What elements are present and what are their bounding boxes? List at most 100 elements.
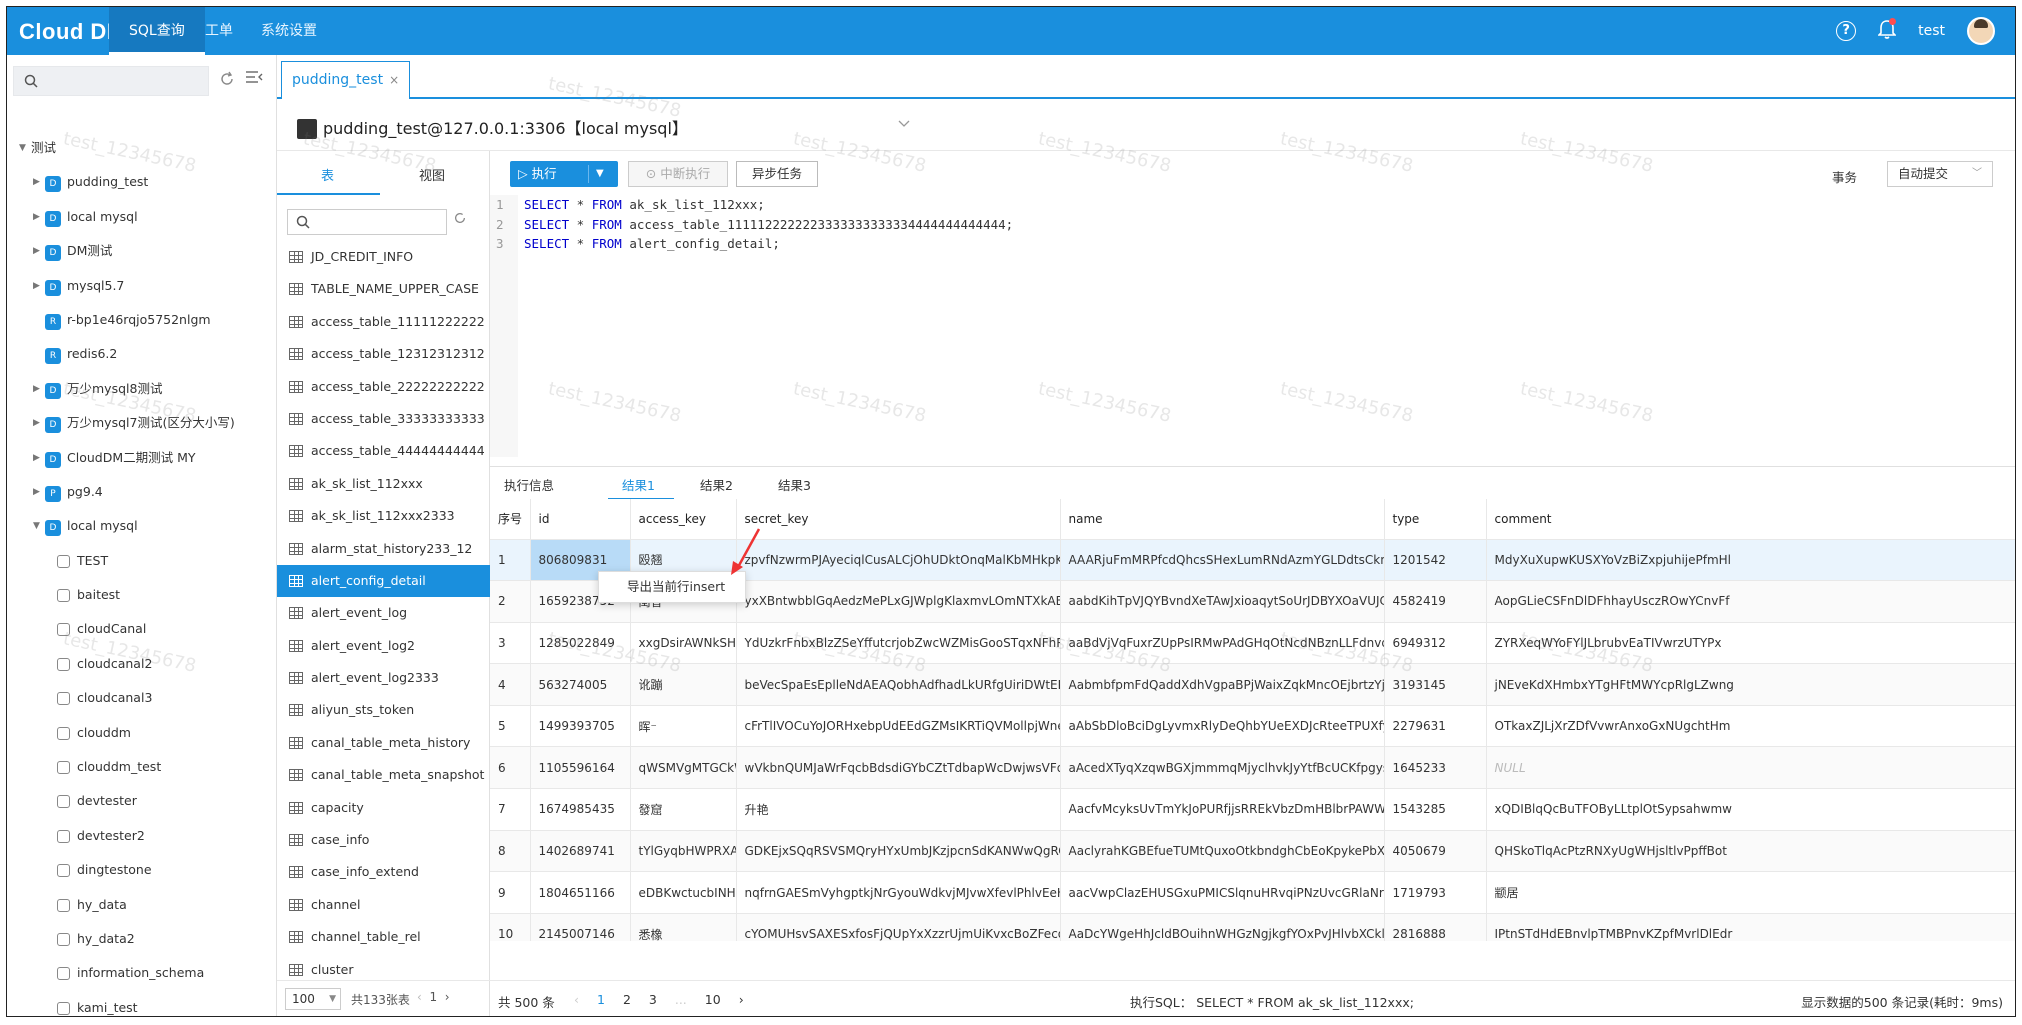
tree-connection[interactable]: Rr-bp1e46rqjo5752nlgm [7,303,277,337]
collapse-menu-icon[interactable] [245,69,263,89]
page-number[interactable]: 1 [597,992,605,1007]
table-row[interactable]: 4 563274005 讹蹦 beVecSpaEsEplleNdAEAQobhAdfh… [490,663,2015,706]
tree-schema[interactable]: dingtestone [7,853,277,887]
table-cell[interactable]: 4050679 [1384,830,1487,873]
table-cell[interactable]: cFrTlIVOCuYoJORHxebpUdEEdGZMsIKRTiQVMoll… [736,705,1061,748]
column-header[interactable]: secret_key [736,499,1061,540]
stop-button[interactable]: ⊙ 中断执行 [628,161,728,187]
tree-schema[interactable]: baitest [7,578,277,612]
table-cell[interactable]: 1645233 [1384,746,1487,790]
table-cell[interactable]: aAcedXTyqXzqwBGXjmmmqMjyclhvkJyYtfBcUCKf… [1060,746,1385,790]
avatar[interactable] [1967,17,1995,45]
table-list-item[interactable]: canal_table_meta_snapshot [277,759,490,791]
table-cell[interactable]: 颛居 [1486,871,2015,914]
table-cell[interactable]: beVecSpaEsEplleNdAEAQobhAdfhadLkURfgUiri… [736,663,1061,706]
page-number[interactable]: 2 [623,992,631,1007]
table-cell[interactable]: eDBKwctucbINHKcl [630,871,737,914]
table-cell[interactable]: qWSMVgMTGCkWS [630,746,737,790]
table-cell[interactable]: zpvfNzwrmPJAyeciqlCusALCjOhUDktOnqMalKbM… [736,539,1061,582]
caret-right-icon[interactable]: ▶ [33,475,40,509]
page-number[interactable]: 3 [649,992,657,1007]
tree-connection[interactable]: Rredis6.2 [7,337,277,371]
table-cell[interactable]: GDKEjxSQqRSVSMQryHYxUmbJKzjpcnSdKANWwQgR… [736,830,1061,873]
table-cell[interactable]: nqfrnGAESmVyhgptkjNrGyouWdkvjMJvwXfevlPh… [736,871,1061,914]
table-row[interactable]: 31285022849xxgDsirAWNkSHQkYdUzkrFnbxBlzZ… [490,622,2015,665]
table-cell[interactable]: 6 [490,746,531,790]
chevron-down-icon[interactable]: ▼ [596,161,604,187]
table-cell[interactable]: 4582419 [1384,580,1487,623]
table-list-item[interactable]: access_table_33333333333 [277,403,490,435]
table-list-item[interactable]: access_table_11111222222 [277,306,490,338]
table-cell[interactable]: 悉橡 [630,913,737,941]
close-icon[interactable]: × [389,73,399,87]
table-list-item[interactable]: ak_sk_list_112xxx2333 [277,500,490,532]
table-cell[interactable]: jNEveKdXHmbxYTgHFtMWYcpRlgLZwng [1486,663,2015,706]
table-cell[interactable]: 1105596164 [530,746,631,790]
column-header[interactable]: name [1060,499,1385,540]
chevron-left-icon[interactable]: ‹ [574,992,579,1007]
table-cell[interactable]: YdUzkrFnbxBlzZSeYffutcrjobZwcWZMisGooSTq… [736,622,1061,665]
table-list-item[interactable]: TABLE_NAME_UPPER_CASE [277,273,490,305]
caret-right-icon[interactable]: ▶ [33,406,40,440]
tab-exec-info[interactable]: 执行信息 [504,475,554,494]
page-number[interactable]: ... [675,992,687,1007]
table-cell[interactable]: AacfvMcyksUvTmYkJoPURfjjsRREkVbzDmHBlbrP… [1060,788,1385,831]
tree-schema[interactable]: clouddm [7,716,277,750]
table-list-item[interactable]: alert_event_log2333 [277,662,490,694]
table-row[interactable]: 10 2145007146 悉橡 cYOMUHsvSAXESxfosFjQUpYxXz… [490,913,2015,941]
table-cell[interactable]: 2279631 [1384,705,1487,748]
tab-result-3[interactable]: 结果3 [778,475,811,494]
table-cell[interactable]: tYlGyqbHWPRXAvC [630,830,737,873]
tree-schema[interactable]: hy_data [7,888,277,922]
tree-connection[interactable]: ▶ D 万少mysql8测试 [7,372,277,406]
tab-views[interactable]: 视图 [419,165,445,184]
table-cell[interactable]: 563274005 [530,663,631,706]
table-list-item[interactable]: access_table_22222222222 [277,371,490,403]
caret-right-icon[interactable]: ▶ [33,441,40,475]
table-cell[interactable]: 7 [490,788,531,831]
tree-schema[interactable]: cloudcanal3 [7,681,277,715]
table-cell[interactable]: aacVwpClazEHUSGxuPMICSlqnuHRvqiPNzUvcGRl… [1060,871,1385,914]
table-cell[interactable]: cYOMUHsvSAXESxfosFjQUpYxXzzrUjmUiKvxcBoZ… [736,913,1061,941]
caret-down-icon[interactable]: ▼ [19,131,26,165]
caret-right-icon[interactable]: ▶ [33,165,40,199]
table-cell[interactable]: 10 [490,913,531,941]
table-cell[interactable]: 6949312 [1384,622,1487,665]
tree-schema[interactable]: kami_test [7,991,277,1016]
tree-connection[interactable]: ▶ Ppg9.4 [7,475,277,509]
table-cell[interactable]: aaBdVjVqFuxrZUpPsIRMwPAdGHqOtNcdNBznLLFd… [1060,622,1385,665]
editor-tab-pudding-test[interactable]: pudding_test × [281,61,411,99]
table-cell[interactable]: AaDcYWgeHhJcldBOuihnWHGzNgjkgfYOxPvJHlvb… [1060,913,1385,941]
tab-result-2[interactable]: 结果2 [700,475,733,494]
refresh-icon[interactable] [219,71,235,91]
table-cell[interactable]: 9 [490,871,531,914]
column-header[interactable]: access_key [630,499,737,540]
table-list-item[interactable]: canal_table_meta_history [277,727,490,759]
table-cell[interactable]: 3193145 [1384,663,1487,706]
table-row[interactable]: 91804651166eDBKwctucbINHKclnqfrnGAESmVyh… [490,871,2015,914]
tree-schema[interactable]: cloudcanal2 [7,647,277,681]
table-cell[interactable]: 8 [490,830,531,873]
table-list-item[interactable]: alarm_stat_history233_12 [277,533,490,565]
tree-schema[interactable]: TEST [7,544,277,578]
table-cell[interactable]: 5 [490,705,531,748]
table-list-item[interactable]: JD_CREDIT_INFO [277,241,490,273]
table-list-item[interactable]: case_info [277,824,490,856]
async-task-button[interactable]: 异步任务 [736,161,818,187]
table-row[interactable]: 81402689741tYlGyqbHWPRXAvCGDKEjxSQqRSVSM… [490,830,2015,873]
table-list-item[interactable]: alert_event_log2 [277,630,490,662]
tree-connection[interactable]: ▶ Dpudding_test [7,165,277,199]
table-list-item[interactable]: channel_table_rel [277,921,490,953]
table-list-item[interactable]: aliyun_sts_token [277,694,490,726]
table-list-item[interactable]: access_table_44444444444 [277,435,490,467]
table-cell[interactable]: 2 [490,580,531,623]
table-cell[interactable]: 1201542 [1384,539,1487,582]
table-list-item[interactable]: alert_config_detail [277,564,490,598]
tree-schema[interactable]: hy_data2 [7,922,277,956]
nav-system-settings[interactable]: 系统设置 [241,7,337,55]
table-cell[interactable]: 1804651166 [530,871,631,914]
table-cell[interactable]: 1674985435 [530,788,631,831]
table-cell[interactable]: 2145007146 [530,913,631,941]
table-list-item[interactable]: channel [277,889,490,921]
table-cell[interactable]: 升艳 [736,788,1061,831]
